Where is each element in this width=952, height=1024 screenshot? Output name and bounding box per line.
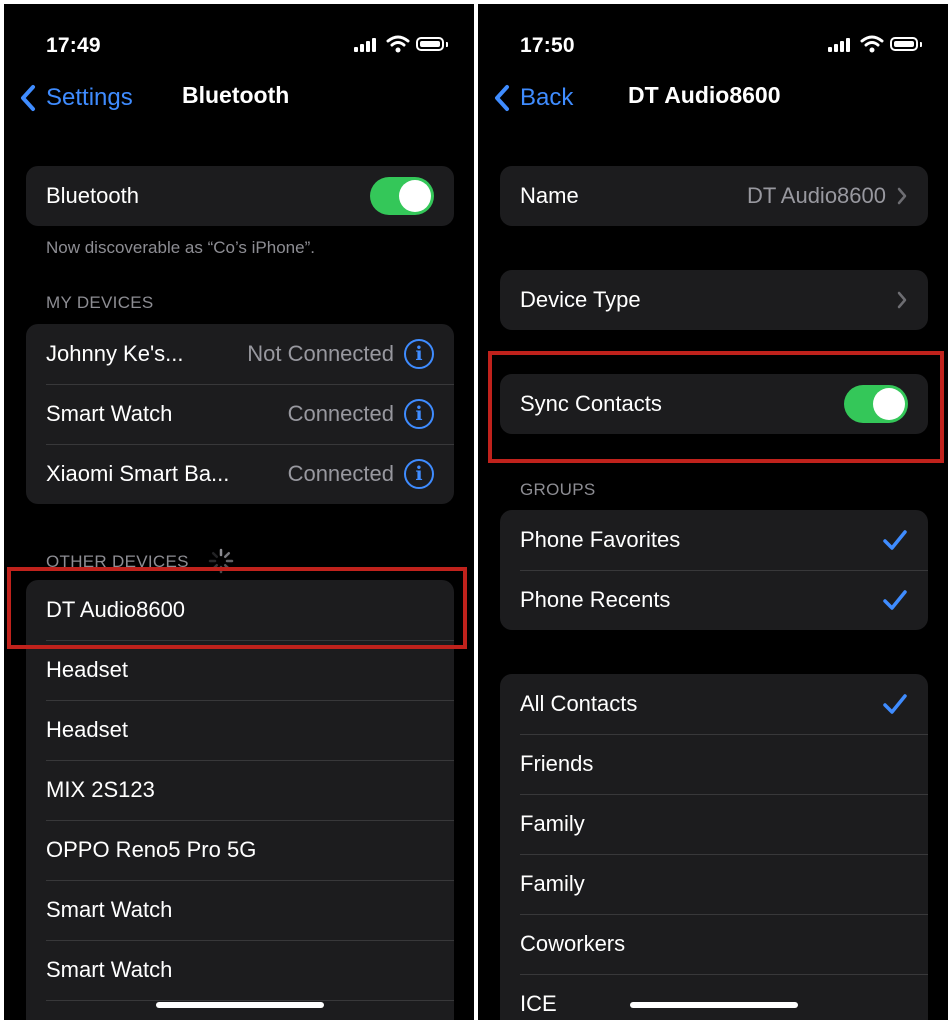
device-type-row[interactable]: Device Type	[500, 270, 928, 330]
bluetooth-row: Bluetooth	[26, 166, 454, 226]
name-value: DT Audio8600	[746, 183, 886, 208]
contact-group-label: Friends	[520, 751, 594, 776]
device-row-mix-2s123[interactable]: MIX 2S123	[26, 760, 454, 820]
sync-contacts-label: Sync Contacts	[520, 391, 662, 416]
chevron-right-icon	[897, 291, 907, 309]
bluetooth-toggle-card: Bluetooth	[26, 166, 454, 226]
discoverable-text: Now discoverable as “Co’s iPhone”.	[46, 238, 315, 257]
sync-contacts-row: Sync Contacts	[500, 374, 928, 434]
device-name: OPPO Reno5 Pro 5G	[46, 837, 257, 862]
device-row-headset[interactable]: Headset	[26, 700, 454, 760]
name-card: Name DT Audio8600	[500, 166, 928, 226]
bluetooth-toggle[interactable]	[370, 177, 434, 215]
contact-group-row-friends[interactable]: Friends	[500, 734, 928, 794]
name-row[interactable]: Name DT Audio8600	[500, 166, 928, 226]
name-label: Name	[520, 183, 579, 208]
device-row-smart-watch[interactable]: Smart Watch	[26, 880, 454, 940]
battery-icon	[416, 37, 444, 51]
bluetooth-settings-screen: 17:49 Settings Bluetooth Bluetooth Now d…	[4, 4, 474, 1020]
status-time: 17:50	[520, 34, 575, 57]
checkmark-icon	[883, 694, 907, 714]
wifi-icon	[860, 35, 884, 53]
chevron-left-icon	[495, 85, 509, 111]
device-name: Headset	[46, 717, 128, 742]
back-button-label: Settings	[46, 84, 133, 111]
group-row-phone-recents[interactable]: Phone Recents	[500, 570, 928, 630]
checkmark-icon	[883, 530, 907, 550]
device-name: Headset	[46, 657, 128, 682]
contact-group-row-ice[interactable]: ICE	[500, 974, 928, 1020]
device-name: MIX 2S123	[46, 777, 155, 802]
device-row-headset[interactable]: Headset	[26, 640, 454, 700]
groups-list: Phone Favorites Phone Recents	[500, 510, 928, 630]
device-row-xiaomi[interactable]: Xiaomi Smart Ba... Connected i	[26, 444, 454, 504]
device-name: DT Audio8600	[46, 597, 186, 622]
contact-group-label: Coworkers	[520, 931, 626, 956]
battery-icon	[890, 37, 918, 51]
info-icon[interactable]: i	[404, 399, 434, 429]
status-icons	[354, 35, 454, 55]
device-row-dt-audio8600[interactable]: DT Audio8600	[26, 580, 454, 640]
group-row-phone-favorites[interactable]: Phone Favorites	[500, 510, 928, 570]
sync-contacts-card: Sync Contacts	[500, 374, 928, 434]
status-time: 17:49	[46, 34, 101, 57]
back-button[interactable]: Back	[490, 78, 573, 118]
back-button-label: Back	[520, 84, 574, 111]
other-devices-list: DT Audio8600 Headset Headset MIX 2S123 O…	[26, 580, 454, 1020]
wifi-icon	[386, 35, 410, 53]
device-status: Not Connected	[247, 341, 394, 366]
contact-group-label: Family	[520, 811, 585, 836]
checkmark-icon	[883, 590, 907, 610]
device-type-card: Device Type	[500, 270, 928, 330]
status-icons	[828, 35, 928, 55]
my-devices-list: Johnny Ke's... Not Connected i Smart Wat…	[26, 324, 454, 504]
device-name: Smart Watch	[46, 897, 173, 922]
device-detail-screen: 17:50 Back DT Audio8600 Name DT Audio860…	[478, 4, 948, 1020]
group-label: Phone Favorites	[520, 527, 681, 552]
back-button-settings[interactable]: Settings	[16, 78, 133, 118]
device-row-smart-watch[interactable]: Smart Watch Connected i	[26, 384, 454, 444]
info-icon[interactable]: i	[404, 339, 434, 369]
activity-spinner-icon	[208, 548, 234, 574]
contact-groups-list: All Contacts Friends Family Family Cowor…	[500, 674, 928, 1020]
device-name: Smart Watch	[46, 401, 173, 426]
device-row-johnny[interactable]: Johnny Ke's... Not Connected i	[26, 324, 454, 384]
group-label: Phone Recents	[520, 587, 671, 612]
contact-group-row-all-contacts[interactable]: All Contacts	[500, 674, 928, 734]
page-title: Bluetooth	[182, 82, 290, 108]
other-devices-header: OTHER DEVICES	[46, 552, 189, 571]
contact-group-row-family[interactable]: Family	[500, 854, 928, 914]
contact-group-row-family[interactable]: Family	[500, 794, 928, 854]
device-name: Johnny Ke's...	[46, 341, 184, 366]
device-row-oppo-reno5[interactable]: OPPO Reno5 Pro 5G	[26, 820, 454, 880]
device-row-smart-watch[interactable]: Smart Watch	[26, 940, 454, 1000]
contact-group-label: Family	[520, 871, 585, 896]
chevron-left-icon	[21, 85, 35, 111]
device-name: Xiaomi Smart Ba...	[46, 461, 230, 486]
device-status: Connected	[287, 461, 394, 486]
info-icon[interactable]: i	[404, 459, 434, 489]
home-indicator	[630, 1002, 798, 1008]
chevron-right-icon	[897, 187, 907, 205]
bluetooth-label: Bluetooth	[46, 183, 139, 208]
contact-group-row-coworkers[interactable]: Coworkers	[500, 914, 928, 974]
my-devices-header: MY DEVICES	[46, 293, 154, 312]
device-name: Smart Watch	[46, 957, 173, 982]
page-title: DT Audio8600	[628, 82, 781, 108]
contact-group-label: All Contacts	[520, 691, 638, 716]
sync-contacts-toggle[interactable]	[844, 385, 908, 423]
home-indicator	[156, 1002, 324, 1008]
device-type-label: Device Type	[520, 287, 641, 312]
groups-header: GROUPS	[520, 480, 596, 499]
device-status: Connected	[287, 401, 394, 426]
